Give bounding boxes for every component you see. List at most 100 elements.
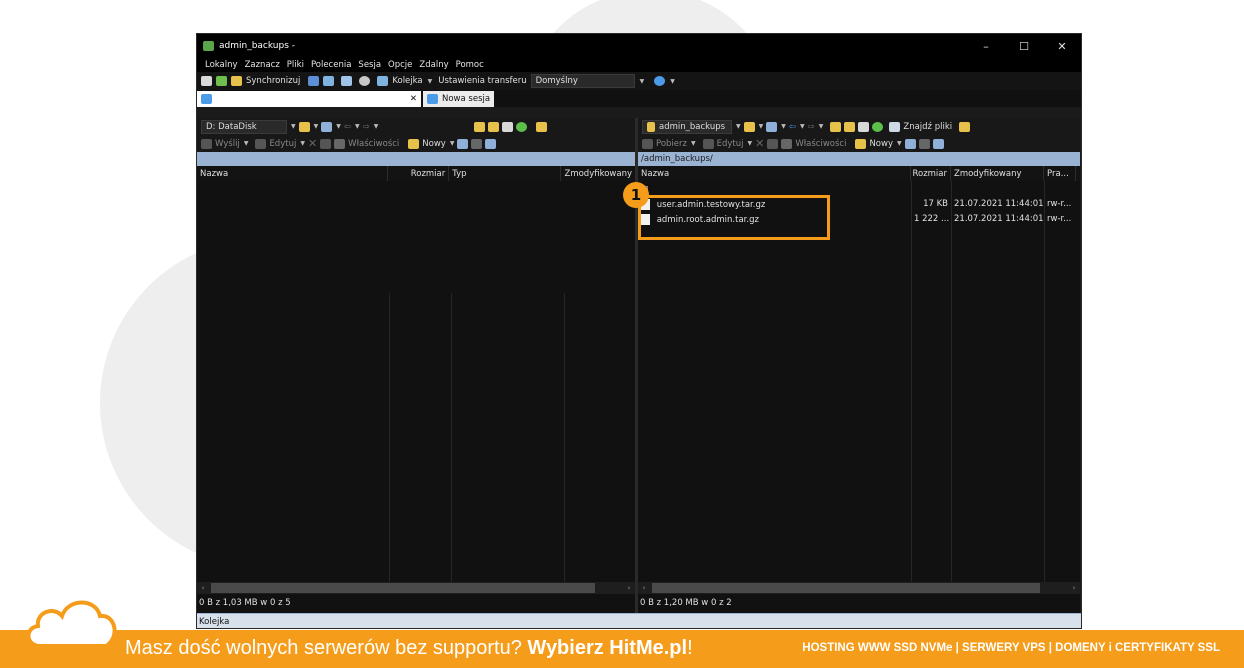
chevron-down-icon[interactable]: ▼ [355,123,360,130]
maximize-button[interactable]: ☐ [1005,40,1043,53]
download-button[interactable]: Pobierz [656,139,687,149]
back-arrow-icon[interactable]: ⇦ [789,122,796,132]
find-files-button[interactable]: Znajdź pliki [903,122,952,132]
home-icon[interactable] [502,121,514,132]
transfer-preset-select[interactable]: Domyślny [530,74,635,88]
chevron-down-icon[interactable]: ▼ [800,123,805,130]
scroll-right-icon[interactable]: › [623,584,635,592]
menu-lokalny[interactable]: Lokalny [205,60,238,70]
chevron-down-icon[interactable]: ▼ [374,123,379,130]
tab-new-session[interactable]: Nowa sesja [423,91,495,107]
filter-icon[interactable] [766,121,778,132]
tree-icon[interactable] [536,121,548,132]
open-folder-icon[interactable] [298,121,310,132]
tab-close-icon[interactable]: ✕ [410,94,417,104]
new-button[interactable]: Nowy [422,139,446,149]
chevron-down-icon[interactable]: ▼ [781,123,786,130]
edit-button[interactable]: Edytuj [717,139,744,149]
menu-pliki[interactable]: Pliki [287,60,304,70]
chevron-down-icon[interactable]: ▼ [736,123,741,130]
chevron-down-icon[interactable]: ▼ [819,123,824,130]
scrollbar-thumb[interactable] [652,583,1040,593]
rename-icon[interactable] [320,138,332,149]
column-name[interactable]: Nazwa [638,166,911,181]
column-name[interactable]: Nazwa [197,166,388,181]
queue-button[interactable]: Kolejka [392,76,422,86]
globe-icon[interactable] [654,76,666,86]
filter-select-icon[interactable] [932,138,944,149]
forward-arrow-icon[interactable]: ⇨ [808,122,815,132]
minimize-button[interactable]: – [967,40,1005,53]
select-all-icon[interactable] [904,138,916,149]
menu-sesja[interactable]: Sesja [358,60,381,70]
menu-zdalny[interactable]: Zdalny [419,60,448,70]
column-size[interactable]: Rozmiar [911,166,951,181]
putty-icon[interactable] [323,76,335,86]
sync-folders-icon[interactable] [231,76,242,86]
root-dir-icon[interactable] [488,121,500,132]
column-rights[interactable]: Pra... [1044,166,1076,181]
root-dir-icon[interactable] [844,121,856,132]
parent-dir-icon[interactable] [830,121,842,132]
menu-zaznacz[interactable]: Zaznacz [245,60,280,70]
scrollbar-thumb[interactable] [211,583,595,593]
commander-view-icon[interactable] [201,76,212,86]
tab-current-session[interactable]: ✕ [197,91,421,107]
chevron-down-icon[interactable]: ▼ [244,140,249,147]
tree-icon[interactable] [959,121,971,132]
column-type[interactable]: Typ [449,166,562,181]
deselect-icon[interactable] [918,138,930,149]
back-arrow-icon[interactable]: ⇦ [344,122,351,132]
refresh-icon[interactable] [872,121,884,132]
chevron-down-icon[interactable]: ▼ [450,140,455,147]
remote-folder-select[interactable]: admin_backups [642,119,732,134]
filter-select-icon[interactable] [485,138,497,149]
column-modified[interactable]: Zmodyfikowany [951,166,1044,181]
delete-icon[interactable]: ✕ [755,137,764,150]
drive-select[interactable]: D: DataDisk [201,119,287,134]
properties-button[interactable]: Właściwości [348,139,399,149]
forward-arrow-icon[interactable]: ⇨ [363,122,370,132]
scroll-left-icon[interactable]: ‹ [638,584,650,592]
properties-button[interactable]: Właściwości [795,139,846,149]
remote-file-list[interactable]: user.admin.testowy.tar.gz 17 KB 21.07.20… [638,181,1080,582]
remote-path-bar[interactable]: /admin_backups/ [638,152,1080,166]
chevron-down-icon[interactable]: ▼ [691,140,696,147]
refresh-icon[interactable] [516,121,528,132]
chevron-down-icon[interactable]: ▼ [640,78,645,85]
rename-icon[interactable] [767,138,779,149]
new-button[interactable]: Nowy [869,139,893,149]
slogan-brand[interactable]: Wybierz HitMe.pl [527,637,687,659]
deselect-icon[interactable] [471,138,483,149]
chevron-down-icon[interactable]: ▼ [747,140,752,147]
local-file-list[interactable] [197,181,635,582]
synchronize-button[interactable]: Synchronizuj [246,76,300,86]
queue-panel[interactable]: Kolejka [197,613,1081,628]
parent-dir-icon[interactable] [474,121,486,132]
chevron-down-icon[interactable]: ▼ [314,123,319,130]
close-button[interactable]: ✕ [1043,40,1081,53]
chevron-down-icon[interactable]: ▼ [300,140,305,147]
scroll-left-icon[interactable]: ‹ [197,584,209,592]
compare-dirs-icon[interactable] [216,76,227,86]
chevron-down-icon[interactable]: ▼ [759,123,764,130]
menu-polecenia[interactable]: Polecenia [311,60,351,70]
remote-horizontal-scrollbar[interactable]: ‹ › [638,582,1080,594]
filter-icon[interactable] [321,121,333,132]
menu-pomoc[interactable]: Pomoc [456,60,484,70]
chevron-down-icon[interactable]: ▼ [428,78,433,85]
home-icon[interactable] [858,121,870,132]
open-folder-icon[interactable] [743,121,755,132]
delete-icon[interactable]: ✕ [308,137,317,150]
local-horizontal-scrollbar[interactable]: ‹ › [197,582,635,594]
column-size[interactable]: Rozmiar [388,166,450,181]
terminal-icon[interactable] [308,76,320,86]
upload-button[interactable]: Wyślij [215,139,240,149]
column-modified[interactable]: Zmodyfikowany [561,166,635,181]
console-icon[interactable] [341,76,353,86]
chevron-down-icon[interactable]: ▼ [291,123,296,130]
select-all-icon[interactable] [457,138,469,149]
chevron-down-icon[interactable]: ▼ [670,78,675,85]
gear-icon[interactable] [359,76,371,86]
menu-opcje[interactable]: Opcje [388,60,412,70]
